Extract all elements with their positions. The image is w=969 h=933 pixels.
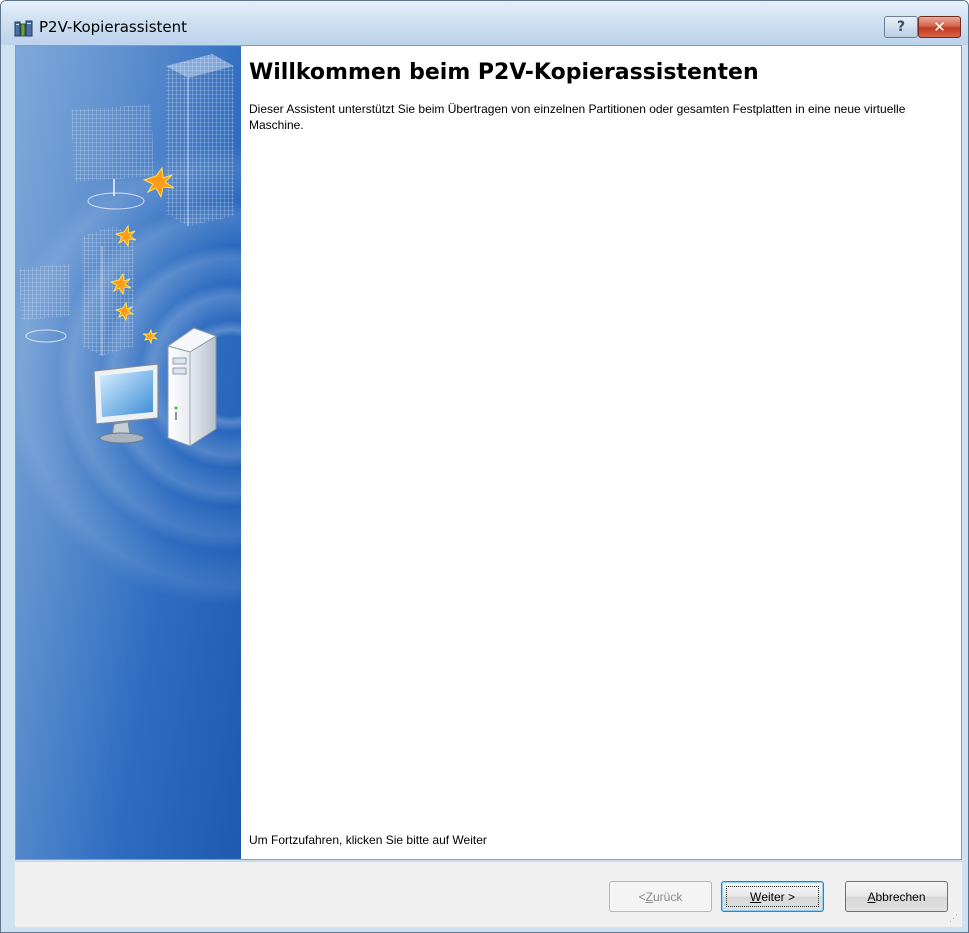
- resize-grip-icon[interactable]: ⋰: [949, 914, 959, 924]
- continue-hint: Um Fortzufahren, klicken Sie bitte auf W…: [249, 833, 487, 847]
- p2v-app-icon: [14, 20, 33, 37]
- wizard-client-area: Willkommen beim P2V-Kopierassistenten Di…: [15, 45, 962, 860]
- cancel-button-rest: bbrechen: [875, 889, 926, 904]
- help-icon: ?: [896, 19, 906, 35]
- next-button[interactable]: Weiter >: [721, 881, 824, 912]
- cancel-button-mnemonic: A: [867, 889, 876, 904]
- wizard-window: P2V-Kopierassistent ? ✕ Willkommen beim …: [0, 0, 969, 933]
- back-button-rest: urück: [653, 889, 683, 904]
- page-title: Willkommen beim P2V-Kopierassistenten: [249, 60, 759, 85]
- back-button[interactable]: < Zurück: [609, 881, 712, 912]
- back-button-prefix: <: [638, 889, 646, 904]
- window-title: P2V-Kopierassistent: [39, 18, 188, 36]
- cancel-button[interactable]: Abbrechen: [845, 881, 948, 912]
- focus-rectangle: [726, 886, 819, 907]
- servers-to-virtual-machine-illustration: [19, 54, 234, 447]
- title-bar[interactable]: P2V-Kopierassistent ? ✕: [1, 1, 968, 45]
- side-banner: [16, 46, 241, 859]
- button-bar: < Zurück Weiter > Abbrechen ⋰: [15, 861, 962, 927]
- help-button[interactable]: ?: [884, 16, 918, 38]
- back-button-mnemonic: Z: [645, 889, 653, 904]
- close-icon: ✕: [933, 18, 946, 36]
- intro-text: Dieser Assistent unterstützt Sie beim Üb…: [249, 102, 906, 132]
- close-button[interactable]: ✕: [918, 16, 961, 38]
